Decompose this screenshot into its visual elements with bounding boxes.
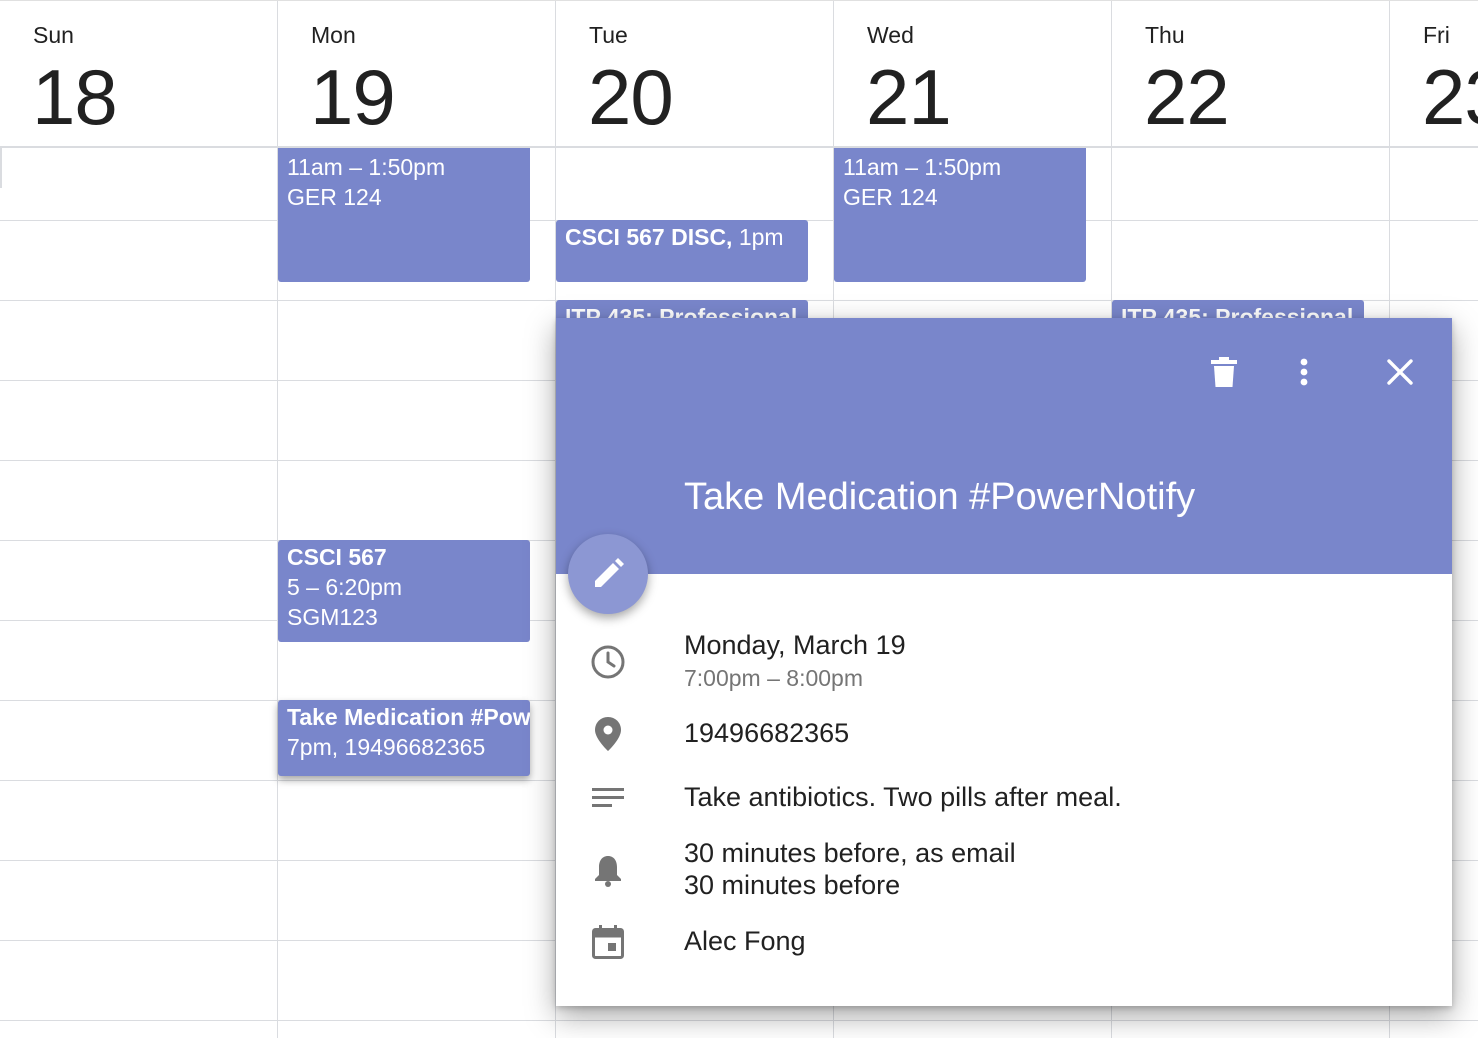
event-time-location: 7pm, 19496682365 xyxy=(287,734,486,760)
day-header-mon[interactable]: Mon 19 xyxy=(278,0,555,146)
grid-edge-tick xyxy=(0,148,2,188)
event-mon-morning[interactable]: 11am – 1:50pm GER 124 xyxy=(278,148,530,282)
event-date: Monday, March 19 xyxy=(684,630,906,660)
event-title: Take Medication #PowerNotify xyxy=(684,476,1196,518)
event-mon-csci[interactable]: CSCI 567 5 – 6:20pm SGM123 xyxy=(278,540,530,642)
notes-icon xyxy=(588,778,628,818)
event-time: 11am – 1:50pm xyxy=(843,154,1002,180)
event-title: CSCI 567 DISC, xyxy=(565,224,733,250)
day-number[interactable]: 18 xyxy=(32,52,118,143)
event-tue-disc[interactable]: CSCI 567 DISC, 1pm xyxy=(556,220,808,282)
event-location: SGM123 xyxy=(287,604,378,630)
event-time: 5 – 6:20pm xyxy=(287,574,403,600)
event-location[interactable]: 19496682365 xyxy=(684,718,849,749)
event-mon-medication[interactable]: Take Medication #PowerNotify 7pm, 194966… xyxy=(278,700,530,776)
day-number[interactable]: 21 xyxy=(866,52,952,143)
more-vert-icon xyxy=(1300,358,1308,386)
event-title: Take Medication #PowerNotify xyxy=(287,704,530,730)
event-time: 1pm xyxy=(732,224,784,250)
event-detail-popup: Take Medication #PowerNotify Monday, Mar… xyxy=(556,318,1452,1006)
popup-header: Take Medication #PowerNotify xyxy=(556,318,1452,574)
trash-icon xyxy=(1211,357,1237,387)
day-number[interactable]: 19 xyxy=(310,52,396,143)
event-location: GER 124 xyxy=(843,184,938,210)
pencil-icon xyxy=(595,558,624,587)
location-pin-icon xyxy=(588,714,628,754)
hour-line xyxy=(0,1020,1478,1021)
day-name: Tue xyxy=(589,22,628,48)
reminder-email: 30 minutes before, as email xyxy=(684,838,1016,868)
close-icon xyxy=(1387,359,1413,385)
day-number[interactable]: 22 xyxy=(1144,52,1230,143)
clock-icon xyxy=(588,642,628,682)
event-time: 11am – 1:50pm xyxy=(287,154,446,180)
close-button[interactable] xyxy=(1378,350,1422,394)
event-title: CSCI 567 xyxy=(287,544,387,570)
day-name: Thu xyxy=(1145,22,1185,48)
event-location: GER 124 xyxy=(287,184,382,210)
day-name: Wed xyxy=(867,22,914,48)
event-time-range: 7:00pm – 8:00pm xyxy=(684,665,864,691)
event-wed-morning[interactable]: 11am – 1:50pm GER 124 xyxy=(834,148,1086,282)
day-number[interactable]: 20 xyxy=(588,52,674,143)
calendar-icon xyxy=(588,922,628,962)
edit-button[interactable] xyxy=(568,534,648,614)
calendar-owner: Alec Fong xyxy=(684,926,806,956)
day-header-wed[interactable]: Wed 21 xyxy=(834,0,1111,146)
day-header-tue[interactable]: Tue 20 xyxy=(556,0,833,146)
reminder-notification: 30 minutes before xyxy=(684,870,901,900)
day-header-fri[interactable]: Fri 23 xyxy=(1390,0,1478,146)
delete-button[interactable] xyxy=(1202,350,1246,394)
header-divider xyxy=(0,146,1478,148)
day-number[interactable]: 23 xyxy=(1422,52,1478,143)
event-description: Take antibiotics. Two pills after meal. xyxy=(684,782,1122,812)
day-header-sun[interactable]: Sun 18 xyxy=(0,0,277,146)
day-name: Fri xyxy=(1423,22,1450,48)
bell-icon xyxy=(588,850,628,890)
day-name: Mon xyxy=(311,22,356,48)
day-header-thu[interactable]: Thu 22 xyxy=(1112,0,1389,146)
more-options-button[interactable] xyxy=(1282,350,1326,394)
day-name: Sun xyxy=(33,22,74,48)
